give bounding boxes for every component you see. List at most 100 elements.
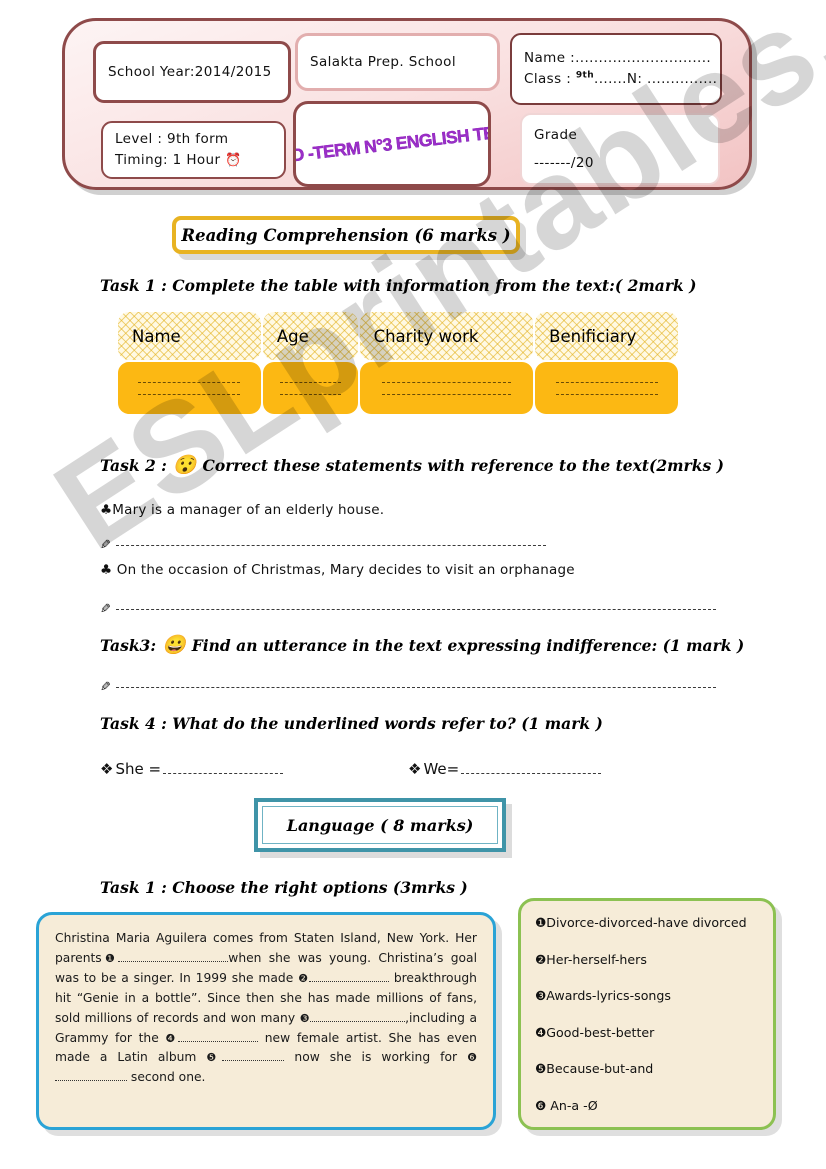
option-item[interactable]: ❻ An-a -Ø (535, 1098, 759, 1113)
option-item[interactable]: ❶Divorce-divorced-have divorced (535, 915, 759, 930)
table-answer-cell[interactable] (535, 362, 678, 414)
gap-number-2: ❷ (298, 971, 309, 985)
option-item[interactable]: ❸Awards-lyrics-songs (535, 988, 759, 1003)
table-header-cell: Name (118, 312, 261, 360)
information-table: Name Age Charity work Benificiary (118, 312, 678, 414)
answer-dash (279, 393, 341, 395)
timing-text: Timing: 1 Hour ⏰ (115, 150, 272, 171)
header-panel: School Year:2014/2015 Level : 9th form T… (62, 18, 752, 190)
gap-number-5: ❺ (206, 1051, 223, 1065)
table-header-cell: Benificiary (535, 312, 678, 360)
passage-box: Christina Maria Aguilera comes from Stat… (36, 912, 496, 1130)
reading-task3-prefix: Task3: (100, 636, 157, 655)
quill-pen-icon: ✎ (100, 680, 111, 695)
reading-task4-item-she[interactable]: ❖ She = (100, 760, 284, 778)
class-superscript: 9th (575, 70, 595, 81)
grade-box: Grade -------/20 (520, 113, 720, 185)
test-title-wordart: END -TERM N°3 ENGLISH TEST (296, 119, 488, 169)
gap-number-3: ❸ (299, 1011, 311, 1025)
reading-task2-statement-1: ♣Mary is a manager of an elderly house. (100, 502, 385, 518)
reading-task3-answer[interactable]: ✎ (100, 680, 720, 695)
grade-label: Grade (534, 126, 578, 143)
reading-task2-text: Correct these statements with reference … (202, 456, 724, 475)
grade-value-field[interactable]: -------/20 (534, 153, 706, 174)
gap-number-4: ❹ (165, 1031, 179, 1045)
answer-dash (279, 381, 341, 383)
alarm-clock-icon: ⏰ (225, 152, 242, 168)
gap-blank-5[interactable] (222, 1060, 285, 1062)
table-header-row: Name Age Charity work Benificiary (118, 312, 678, 360)
reading-task2-heading: Task 2 : 😯 Correct these statements with… (100, 454, 724, 476)
reading-task2-statement-2: ♣ On the occasion of Christmas, Mary dec… (100, 562, 575, 578)
answer-dash (382, 381, 511, 383)
test-title-box: END -TERM N°3 ENGLISH TEST (293, 101, 491, 187)
answer-rule (115, 609, 716, 610)
table-answer-cell[interactable] (359, 362, 534, 414)
task4-blank-she[interactable] (163, 773, 284, 774)
options-box: ❶Divorce-divorced-have divorced ❷Her-her… (518, 898, 776, 1130)
gap-blank-6[interactable] (55, 1080, 127, 1082)
table-header-cell: Charity work (360, 312, 534, 360)
gap-number-1: ❶ (101, 951, 119, 965)
reading-task4-heading: Task 4 : What do the underlined words re… (100, 714, 603, 733)
school-year-box: School Year:2014/2015 (93, 41, 291, 103)
task4-label-she: She = (115, 760, 162, 778)
school-name-box: Salakta Prep. School (295, 33, 500, 91)
quill-pen-icon: ✎ (100, 602, 111, 617)
writing-smiley-icon: 😀 (162, 634, 186, 656)
passage-text: Christina Maria Aguilera comes from Stat… (55, 929, 477, 1088)
level-timing-box: Level : 9th form Timing: 1 Hour ⏰ (101, 121, 286, 179)
option-item[interactable]: ❺Because-but-and (535, 1061, 759, 1076)
table-answer-row (118, 362, 678, 414)
answer-dash (138, 393, 241, 395)
gap-blank-1[interactable] (118, 960, 229, 962)
class-suffix: .......N: ............... (594, 71, 718, 87)
student-name-field[interactable]: Name :............................. (524, 48, 711, 69)
class-prefix: Class : (524, 71, 576, 87)
task4-label-we: We= (423, 760, 460, 778)
reading-comprehension-banner: Reading Comprehension (6 marks ) (172, 216, 520, 254)
gap-blank-3[interactable] (310, 1020, 406, 1022)
school-name-text: Salakta Prep. School (310, 53, 456, 70)
table-answer-cell[interactable] (262, 362, 358, 414)
language-task1-text: Task 1 : Choose the right options (3mrks… (100, 878, 468, 897)
language-section-banner: Language ( 8 marks) (254, 798, 506, 852)
answer-dash (555, 381, 658, 383)
gap-blank-4[interactable] (178, 1040, 259, 1042)
answer-rule (115, 545, 546, 546)
task4-bullet-icon: ❖ (408, 760, 422, 778)
quill-pen-icon: ✎ (100, 538, 111, 553)
reading-task4-item-we[interactable]: ❖ We= (408, 760, 602, 778)
reading-task2-prefix: Task 2 : (100, 456, 167, 475)
timing-label: Timing: 1 Hour (115, 151, 221, 168)
reading-task4-text: Task 4 : What do the underlined words re… (100, 714, 603, 733)
student-identity-box: Name :............................. Clas… (510, 33, 722, 105)
answer-rule (115, 687, 716, 688)
reading-task3-text: Find an utterance in the text expressing… (191, 636, 745, 655)
option-item[interactable]: ❷Her-herself-hers (535, 952, 759, 967)
reading-task2-answer-2[interactable]: ✎ (100, 602, 720, 617)
answer-dash (555, 393, 658, 395)
task4-bullet-icon: ❖ (100, 760, 114, 778)
reading-task1-heading: Task 1 : Complete the table with informa… (100, 276, 697, 295)
level-text: Level : 9th form (115, 130, 229, 147)
language-section-label: Language ( 8 marks) (286, 815, 474, 835)
answer-dash (138, 381, 241, 383)
table-header-cell: Age (263, 312, 358, 360)
gap-blank-2[interactable] (308, 980, 389, 982)
school-year-text: School Year:2014/2015 (108, 63, 272, 80)
language-task1-heading: Task 1 : Choose the right options (3mrks… (100, 878, 468, 897)
passage-part-6: now she is working for (284, 1050, 458, 1065)
worksheet-page: School Year:2014/2015 Level : 9th form T… (0, 0, 826, 1169)
option-item[interactable]: ❹Good-best-better (535, 1025, 759, 1040)
language-banner-inner: Language ( 8 marks) (262, 806, 498, 844)
reading-comprehension-label: Reading Comprehension (6 marks ) (181, 225, 511, 245)
reading-task2-answer-1[interactable]: ✎ (100, 538, 560, 553)
reading-task3-heading: Task3: 😀 Find an utterance in the text e… (100, 634, 745, 656)
table-answer-cell[interactable] (118, 362, 261, 414)
task4-blank-we[interactable] (461, 773, 602, 774)
thinking-smiley-icon: 😯 (172, 454, 197, 476)
answer-dash (382, 393, 511, 395)
reading-task1-text: Task 1 : Complete the table with informa… (100, 276, 697, 295)
student-class-field[interactable]: Class : 9th.......N: ............... (524, 69, 717, 90)
